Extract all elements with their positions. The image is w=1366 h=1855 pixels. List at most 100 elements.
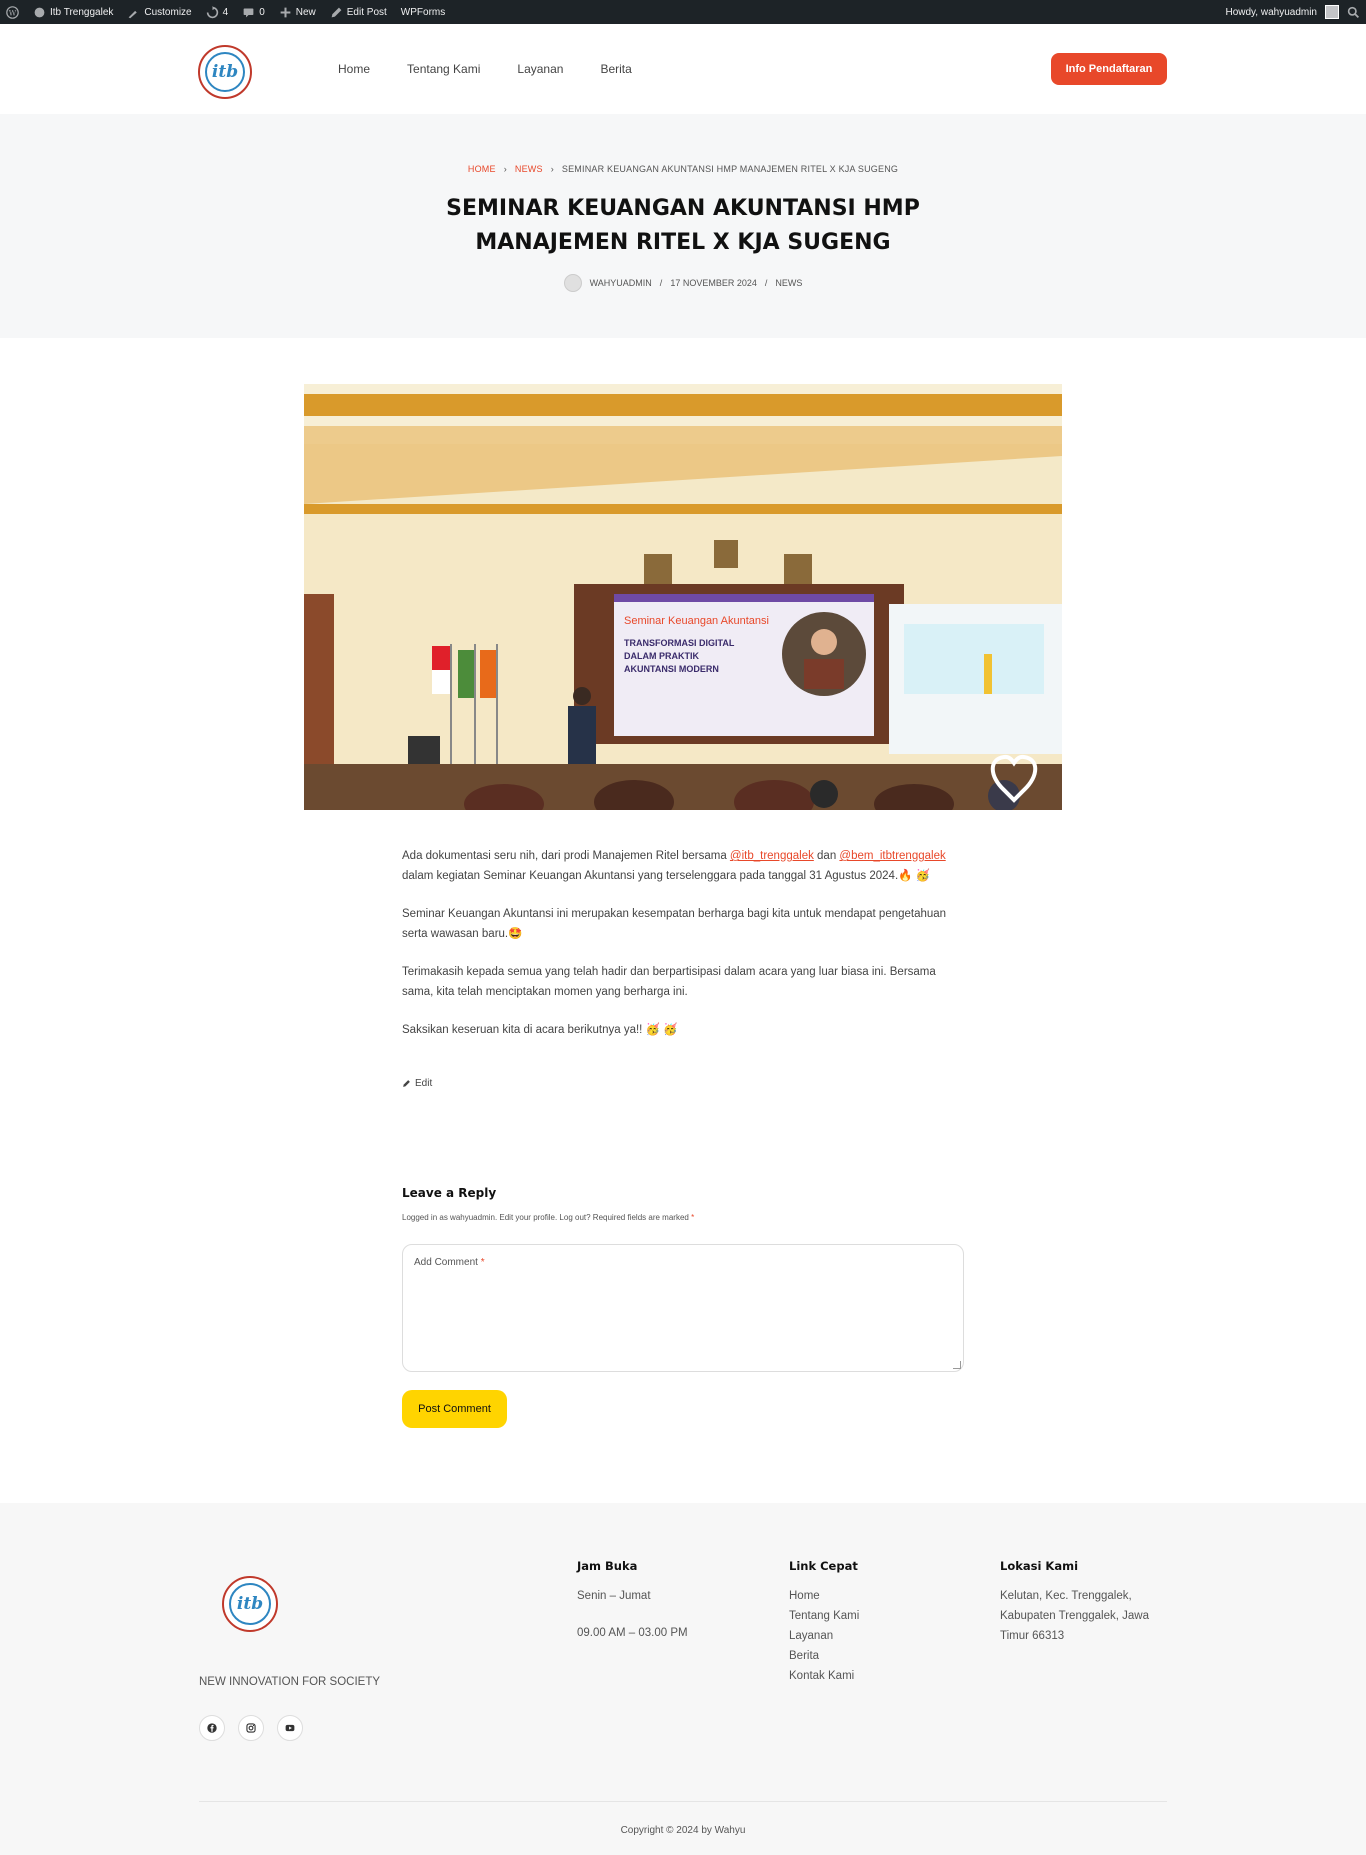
admin-comments-link[interactable]: 0 (242, 6, 265, 19)
footer-address-line-1: Kelutan, Kec. Trenggalek, (1000, 1590, 1132, 1602)
site-logo[interactable]: itb (198, 45, 252, 99)
page-title-line-2: MANAJEMEN RITEL X KJA SUGENG (475, 230, 891, 255)
info-pendaftaran-button[interactable]: Info Pendaftaran (1051, 53, 1167, 85)
site-footer: itb NEW INNOVATION FOR SOCIETY Jam Buka … (0, 1503, 1366, 1855)
admin-customize-link[interactable]: Customize (127, 6, 192, 19)
footer-location-title: Lokasi Kami (1000, 1559, 1079, 1573)
page-title-line-1: SEMINAR KEUANGAN AKUNTANSI HMP (446, 196, 920, 221)
updates-icon (206, 5, 218, 18)
comment-textarea[interactable]: Add Comment * (402, 1244, 964, 1372)
footer-link-layanan[interactable]: Layanan (789, 1626, 859, 1646)
admin-site-link[interactable]: Itb Trenggalek (33, 6, 113, 19)
resize-handle[interactable] (953, 1361, 961, 1369)
chevron-right-icon: › (550, 164, 554, 174)
admin-avatar[interactable] (1325, 5, 1339, 19)
site-header: itb Home Tentang Kami Layanan Berita Inf… (0, 24, 1366, 114)
footer-link-kontak-kami[interactable]: Kontak Kami (789, 1666, 859, 1686)
youtube-icon (285, 1724, 295, 1732)
breadcrumb-current: SEMINAR KEUANGAN AKUNTANSI HMP MANAJEMEN… (561, 164, 899, 174)
footer-hours: Jam Buka Senin – Jumat 09.00 AM – 03.00 … (577, 1556, 688, 1643)
footer-links-title: Link Cepat (789, 1559, 858, 1573)
admin-site-label: Itb Trenggalek (50, 6, 114, 18)
meta-separator: / (764, 278, 768, 288)
logo-mark: itb (205, 52, 245, 92)
post-paragraph-2: Seminar Keuangan Akuntansi ini merupakan… (402, 908, 947, 940)
admin-howdy[interactable]: Howdy, wahyuadmin (1225, 7, 1317, 18)
footer-tagline: NEW INNOVATION FOR SOCIETY (199, 1676, 381, 1688)
meta-separator: / (659, 278, 663, 288)
post-paragraph-3: Terimakasih kepada semua yang telah hadi… (402, 966, 936, 998)
featured-image: Seminar Keuangan Akuntansi TRANSFORMASI … (304, 384, 1062, 810)
footer-location: Lokasi Kami Kelutan, Kec. Trenggalek, Ka… (1000, 1556, 1149, 1646)
banner-line-1: TRANSFORMASI DIGITAL (624, 638, 735, 648)
footer-link-berita[interactable]: Berita (789, 1646, 859, 1666)
admin-new-link[interactable]: New (279, 6, 316, 19)
footer-quick-links: Link Cepat Home Tentang Kami Layanan Ber… (789, 1556, 859, 1686)
brush-icon (129, 10, 138, 18)
seminar-photo: Seminar Keuangan Akuntansi TRANSFORMASI … (304, 384, 1062, 810)
admin-wpforms-link[interactable]: WPForms (401, 7, 445, 18)
footer-logo[interactable]: itb (222, 1576, 278, 1632)
admin-bar: W Itb Trenggalek Customize 4 0 New Edit … (0, 0, 1366, 24)
instagram-icon (246, 1723, 256, 1733)
comment-field-label-text: Add Comment (414, 1257, 481, 1268)
post-category[interactable]: NEWS (775, 278, 802, 288)
mention-bem-itbtrenggalek[interactable]: @bem_itbtrenggalek (839, 850, 945, 862)
footer-hours-time: 09.00 AM – 03.00 PM (577, 1627, 688, 1639)
admin-edit-post-link[interactable]: Edit Post (330, 6, 387, 19)
post-text: Ada dokumentasi seru nih, dari prodi Man… (402, 850, 730, 862)
required-marker: * (691, 1213, 695, 1222)
required-marker: * (480, 1257, 485, 1268)
footer-link-home[interactable]: Home (789, 1586, 859, 1606)
footer-copyright: Copyright © 2024 by Wahyu (620, 1825, 746, 1836)
footer-link-tentang-kami[interactable]: Tentang Kami (789, 1606, 859, 1626)
post-content: Ada dokumentasi seru nih, dari prodi Man… (402, 846, 962, 1058)
search-icon[interactable] (1347, 6, 1360, 19)
footer-address-line-3: Timur 66313 (1000, 1630, 1065, 1642)
nav-item-berita[interactable]: Berita (600, 62, 631, 76)
instagram-link[interactable] (238, 1715, 264, 1741)
admin-customize-label: Customize (144, 6, 192, 18)
logged-in-text: Logged in as wahyuadmin. Edit your profi… (402, 1213, 692, 1222)
facebook-icon (207, 1723, 217, 1733)
social-links (199, 1715, 303, 1741)
post-author[interactable]: WAHYUADMIN (590, 278, 652, 288)
post-paragraph-4: Saksikan keseruan kita di acara berikutn… (402, 1024, 678, 1036)
comment-field-label: Add Comment * (414, 1257, 485, 1268)
admin-updates-link[interactable]: 4 (206, 5, 229, 19)
plus-icon (280, 7, 291, 17)
post-text: dan (813, 850, 840, 862)
admin-wpforms-label: WPForms (400, 6, 446, 18)
breadcrumb-home[interactable]: HOME (468, 164, 496, 174)
banner-line-2: DALAM PRAKTIK (624, 651, 699, 661)
footer-hours-days: Senin – Jumat (577, 1590, 651, 1602)
wordpress-logo-icon[interactable]: W (6, 5, 19, 19)
nav-item-tentang-kami[interactable]: Tentang Kami (407, 62, 480, 76)
post-text: dalam kegiatan Seminar Keuangan Akuntans… (402, 870, 930, 882)
main-nav: Home Tentang Kami Layanan Berita (338, 24, 632, 114)
post-comment-button[interactable]: Post Comment (402, 1390, 507, 1428)
footer-logo-mark: itb (229, 1583, 271, 1625)
logged-in-notice: Logged in as wahyuadmin. Edit your profi… (402, 1213, 694, 1222)
pencil-icon (403, 1080, 410, 1087)
chevron-right-icon: › (503, 164, 507, 174)
admin-updates-count: 4 (222, 6, 229, 18)
footer-hours-title: Jam Buka (577, 1559, 638, 1573)
nav-item-home[interactable]: Home (338, 62, 370, 76)
admin-comments-count: 0 (259, 6, 265, 18)
post-paragraph-1: Ada dokumentasi seru nih, dari prodi Man… (402, 846, 962, 886)
footer-address-line-2: Kabupaten Trenggalek, Jawa (1000, 1610, 1149, 1622)
breadcrumb: HOME › NEWS › SEMINAR KEUANGAN AKUNTANSI… (0, 164, 1366, 174)
post-meta: WAHYUADMIN / 17 NOVEMBER 2024 / NEWS (0, 274, 1366, 292)
admin-edit-post-label: Edit Post (346, 6, 387, 18)
dashboard-icon (34, 7, 45, 17)
page-title: SEMINAR KEUANGAN AKUNTANSI HMP MANAJEMEN… (383, 192, 983, 260)
breadcrumb-news[interactable]: NEWS (515, 164, 543, 174)
svg-text:W: W (9, 8, 17, 17)
nav-item-layanan[interactable]: Layanan (517, 62, 563, 76)
youtube-link[interactable] (277, 1715, 303, 1741)
mention-itb-trenggalek[interactable]: @itb_trenggalek (730, 850, 814, 862)
author-avatar (563, 274, 582, 292)
edit-post-link[interactable]: Edit (402, 1078, 432, 1089)
facebook-link[interactable] (199, 1715, 225, 1741)
